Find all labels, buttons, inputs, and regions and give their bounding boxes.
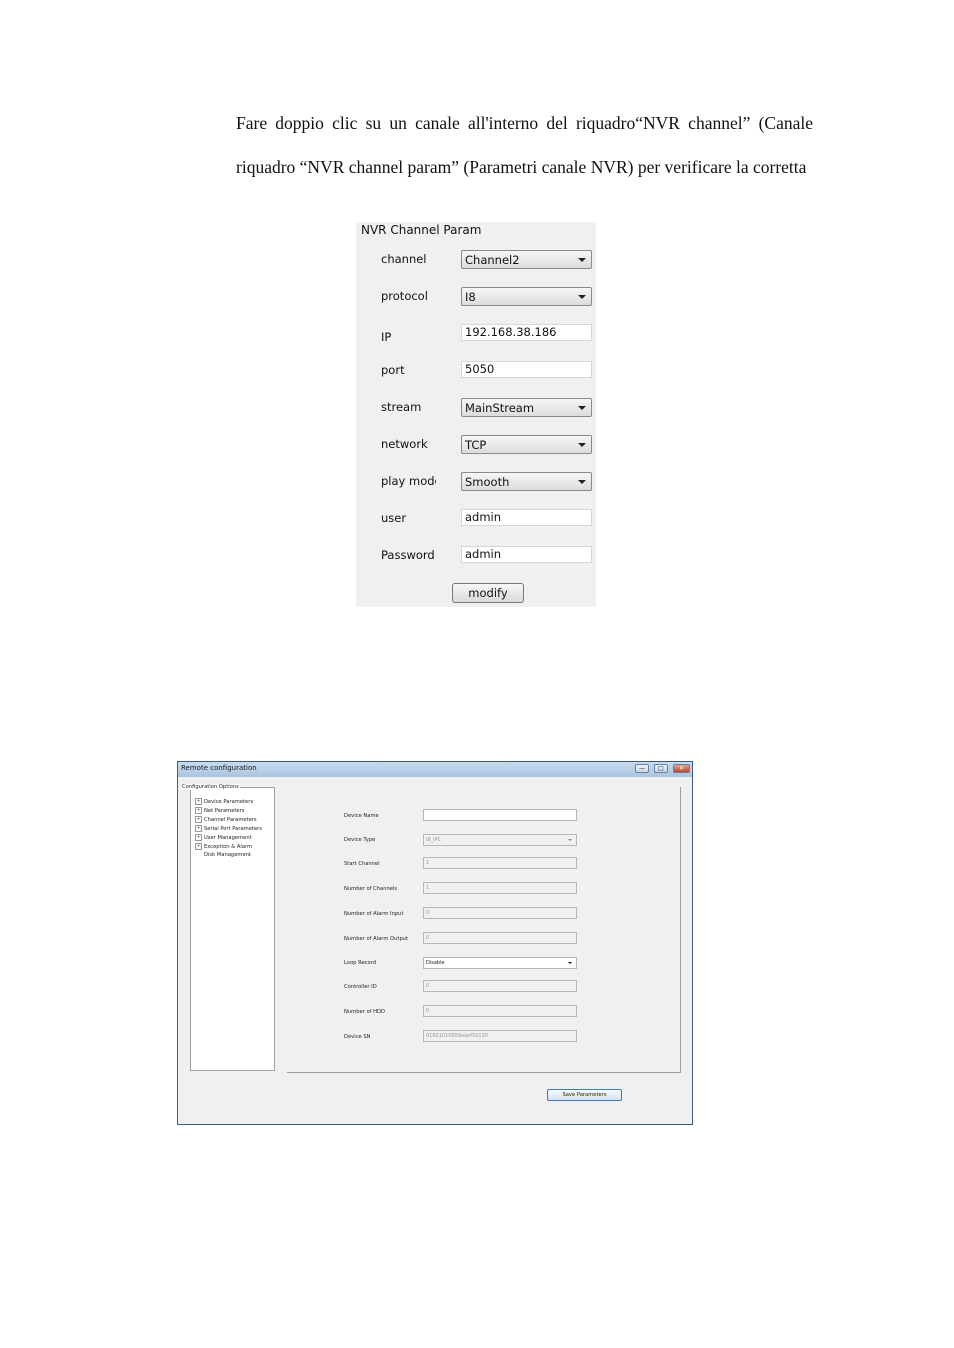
controller-id-field[interactable]: 0 (423, 980, 577, 992)
tree-item-exception-alarm[interactable]: + Exception & Alarm (195, 843, 252, 850)
tree-item-device-parameters[interactable]: + Device Parameters (195, 798, 253, 805)
nvr-channel-param-panel: NVR Channel Param channel Channel2 proto… (356, 222, 596, 607)
device-name-label: Device Name (344, 813, 379, 819)
number-of-hdd-field[interactable]: 0 (423, 1005, 577, 1017)
window-title: Remote configuration (181, 764, 257, 772)
number-of-hdd-label: Number of HDD (344, 1009, 386, 1015)
protocol-label: protocol (381, 289, 428, 303)
loop-record-select[interactable]: Disable (423, 957, 577, 969)
channel-select[interactable]: Channel2 (461, 250, 592, 269)
alarm-input-label: Number of Alarm Input (344, 911, 404, 917)
save-parameters-button[interactable]: Save Parameters (547, 1089, 622, 1101)
expand-icon[interactable]: + (195, 816, 202, 823)
chevron-down-icon (568, 839, 572, 841)
stream-label: stream (381, 400, 422, 414)
password-field[interactable]: admin (461, 546, 592, 563)
expand-icon[interactable]: + (195, 798, 202, 805)
alarm-input-field[interactable]: 0 (423, 907, 577, 919)
tree-item-disk-management[interactable]: Disk Management (204, 852, 251, 858)
chevron-down-icon (578, 295, 586, 299)
device-sn-field[interactable]: 01801010659eaef59130 (423, 1030, 577, 1042)
paragraph-line-1: Fare doppio clic su un canale all'intern… (236, 113, 813, 133)
expand-icon[interactable]: + (195, 834, 202, 841)
device-type-label: Device Type (344, 837, 376, 843)
loop-record-label: Loop Record (344, 960, 377, 966)
play-mode-value: Smooth (465, 475, 510, 489)
ip-label: IP (381, 330, 392, 344)
network-select[interactable]: TCP (461, 435, 592, 454)
panel-title: NVR Channel Param (361, 223, 482, 237)
play-mode-select[interactable]: Smooth (461, 472, 592, 491)
chevron-down-icon (578, 443, 586, 447)
paragraph-line-2: riquadro “NVR channel param” (Parametri … (236, 157, 807, 177)
alarm-output-field[interactable]: 0 (423, 932, 577, 944)
chevron-down-icon (578, 480, 586, 484)
chevron-down-icon (568, 962, 572, 964)
port-label: port (381, 363, 405, 377)
close-button[interactable]: ✕ (673, 764, 690, 773)
network-value: TCP (465, 438, 487, 452)
channel-label: channel (381, 252, 427, 266)
ip-field[interactable]: 192.168.38.186 (461, 324, 592, 341)
network-label: network (381, 437, 428, 451)
port-field[interactable]: 5050 (461, 361, 592, 378)
expand-icon[interactable]: + (195, 807, 202, 814)
device-type-select[interactable]: I8_IPC (423, 834, 577, 846)
user-field[interactable]: admin (461, 509, 592, 526)
protocol-value: I8 (465, 290, 476, 304)
start-channel-label: Start Channel (344, 861, 380, 867)
password-label: Password (381, 548, 435, 562)
protocol-select[interactable]: I8 (461, 287, 592, 306)
channel-value: Channel2 (465, 253, 520, 267)
device-name-field[interactable] (423, 809, 577, 821)
tree-item-serial-port-parameters[interactable]: + Serial Port Parameters (195, 825, 262, 832)
expand-icon[interactable]: + (195, 843, 202, 850)
start-channel-field[interactable]: 1 (423, 857, 577, 869)
number-of-channels-field[interactable]: 1 (423, 882, 577, 894)
minimize-button[interactable]: — (635, 764, 649, 773)
tree-root-label: Configuration Options (181, 784, 240, 790)
configuration-tree[interactable]: + Device Parameters + Net Parameters + Chan… (190, 787, 275, 1071)
chevron-down-icon (578, 258, 586, 262)
play-mode-label: play mode (381, 474, 436, 488)
tree-item-channel-parameters[interactable]: + Channel Parameters (195, 816, 257, 823)
user-label: user (381, 511, 407, 525)
tree-item-net-parameters[interactable]: + Net Parameters (195, 807, 244, 814)
modify-button[interactable]: modify (452, 583, 524, 603)
device-sn-label: Device SN (344, 1034, 371, 1040)
title-bar[interactable]: Remote configuration — □ ✕ (178, 762, 692, 777)
chevron-down-icon (578, 406, 586, 410)
stream-value: MainStream (465, 401, 535, 415)
maximize-button[interactable]: □ (654, 764, 668, 773)
remote-configuration-window: Remote configuration — □ ✕ + Device Param… (177, 761, 693, 1125)
stream-select[interactable]: MainStream (461, 398, 592, 417)
number-of-channels-label: Number of Channels (344, 886, 398, 892)
alarm-output-label: Number of Alarm Output (344, 936, 409, 942)
tree-item-user-management[interactable]: + User Management (195, 834, 252, 841)
expand-icon[interactable]: + (195, 825, 202, 832)
controller-id-label: Controller ID (344, 984, 377, 990)
